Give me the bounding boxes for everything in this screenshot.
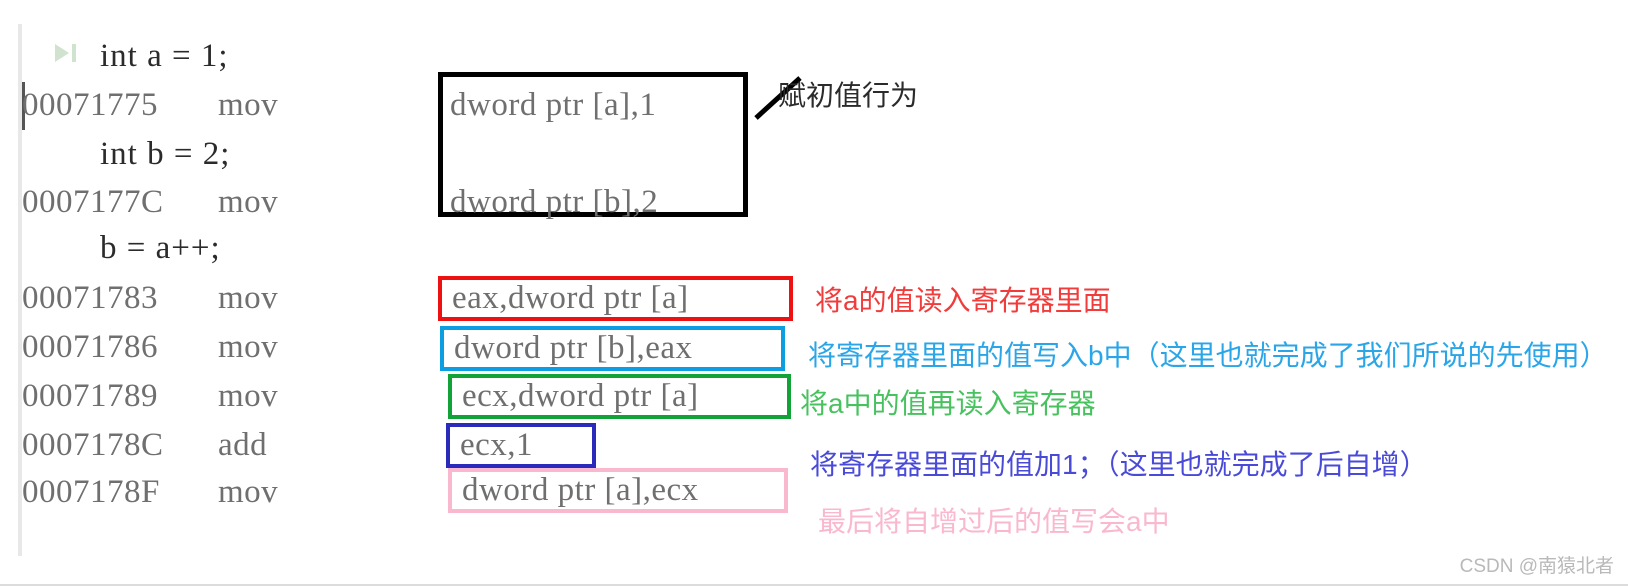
asm-address-00071783[interactable]: 00071783 — [22, 280, 158, 317]
asm-mnemonic-00071789: mov — [218, 378, 279, 414]
asm-address-00071789[interactable]: 00071789 — [22, 378, 158, 415]
annotation-read-a-again: 将a中的值再读入寄存器 — [800, 388, 1096, 419]
screenshot-root: int a = 1; 00071775 mov int b = 2; 00071… — [0, 0, 1628, 586]
operand-box-increment: ecx,1 — [446, 423, 596, 468]
annotation-increment: 将寄存器里面的值加1；（这里也就完成了后自增） — [810, 449, 1428, 480]
asm-address-0007177C[interactable]: 0007177C — [22, 184, 164, 221]
source-line-b-eq-a-inc: b = a++; — [100, 230, 221, 266]
annotation-write-back: 最后将自增过后的值写会a中 — [818, 506, 1170, 537]
annotation-write-b: 将寄存器里面的值写入b中（这里也就完成了我们所说的先使用） — [808, 340, 1608, 371]
asm-address-0007178C[interactable]: 0007178C — [22, 427, 164, 464]
step-into-bar-icon[interactable] — [72, 44, 76, 62]
annotation-initialization: 赋初值行为 — [778, 80, 919, 111]
csdn-watermark: CSDN @南猿北者 — [1459, 556, 1614, 577]
operand-box-write-back: dword ptr [a],ecx — [448, 468, 788, 513]
annotation-read-a: 将a的值读入寄存器里面 — [815, 285, 1111, 316]
operand-box-read-a-again: ecx,dword ptr [a] — [448, 374, 791, 419]
operand-init-a: dword ptr [a],1 — [450, 87, 657, 123]
step-into-arrow-icon[interactable] — [55, 44, 69, 62]
asm-mnemonic-00071783: mov — [218, 280, 279, 316]
asm-address-00071786[interactable]: 00071786 — [22, 329, 158, 366]
operand-init-b: dword ptr [b],2 — [450, 184, 659, 220]
asm-mnemonic-00071775: mov — [218, 87, 279, 123]
source-line-int-b: int b = 2; — [100, 136, 231, 172]
asm-mnemonic-0007178F: mov — [218, 474, 279, 510]
operand-box-read-a: eax,dword ptr [a] — [438, 276, 793, 321]
asm-address-00071775[interactable]: 00071775 — [22, 87, 158, 124]
operand-box-write-b: dword ptr [b],eax — [440, 326, 785, 371]
asm-mnemonic-0007177C: mov — [218, 184, 279, 220]
asm-mnemonic-00071786: mov — [218, 329, 279, 365]
source-line-int-a: int a = 1; — [100, 38, 229, 74]
asm-address-0007178F[interactable]: 0007178F — [22, 474, 160, 511]
asm-mnemonic-0007178C: add — [218, 427, 268, 463]
